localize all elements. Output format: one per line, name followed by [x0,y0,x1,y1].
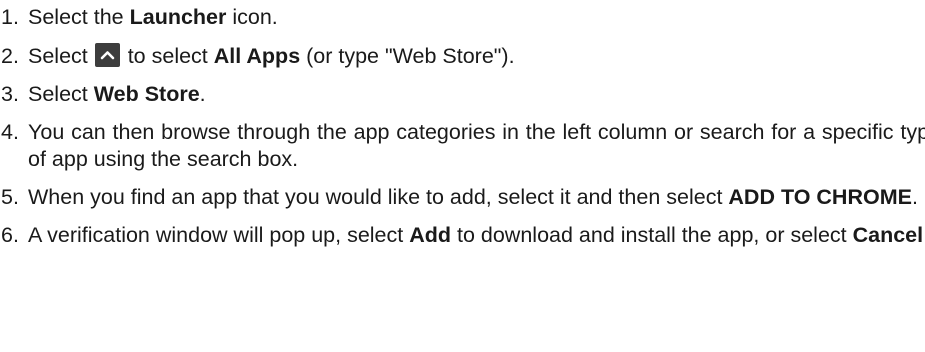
step-text: . [911,185,918,209]
step-text: the [93,5,130,29]
step-number: 3. [1,82,19,106]
step-text: Select [28,5,94,29]
step-2: 2. Select to select All Apps (or type "We… [0,43,925,70]
step-number: 2. [1,44,19,68]
step-number: 1. [1,5,19,29]
step-number: 4. [1,120,19,144]
step-bold-term: All Apps [213,44,301,68]
step-bold-term: ADD TO CHROME [728,185,912,209]
step-text: Select [28,82,94,106]
step-4: 4. You can then browse through the app ca… [0,119,925,173]
step-number: 5. [1,185,19,209]
instructions-document: 1. Select the Launcher icon. 2. Select to … [0,0,925,352]
step-bold-term: Cancel [852,223,924,247]
chevron-up-icon [94,43,120,67]
step-text: A verification window will pop up, selec… [28,223,410,247]
step-text: . [199,82,206,106]
step-text: (or type "Web Store"). [300,44,515,68]
step-text: to download and install the app, or sele… [451,223,853,247]
step-6: 6. A verification window will pop up, sel… [0,222,925,249]
step-text: to select [121,44,214,68]
step-5: 5. When you find an app that you would li… [0,184,925,211]
step-text: icon. [226,5,278,29]
step-text: Select [28,44,94,68]
step-number: 6. [1,223,19,247]
step-3: 3. Select Web Store. [0,81,925,108]
step-text: You can then browse through the app cate… [28,120,925,171]
step-text: When you find an app that you would like… [28,185,729,209]
step-bold-term: Web Store [93,82,200,106]
step-bold-term: Add [409,223,452,247]
step-bold-term: Launcher [129,5,227,29]
step-1: 1. Select the Launcher icon. [0,4,925,31]
